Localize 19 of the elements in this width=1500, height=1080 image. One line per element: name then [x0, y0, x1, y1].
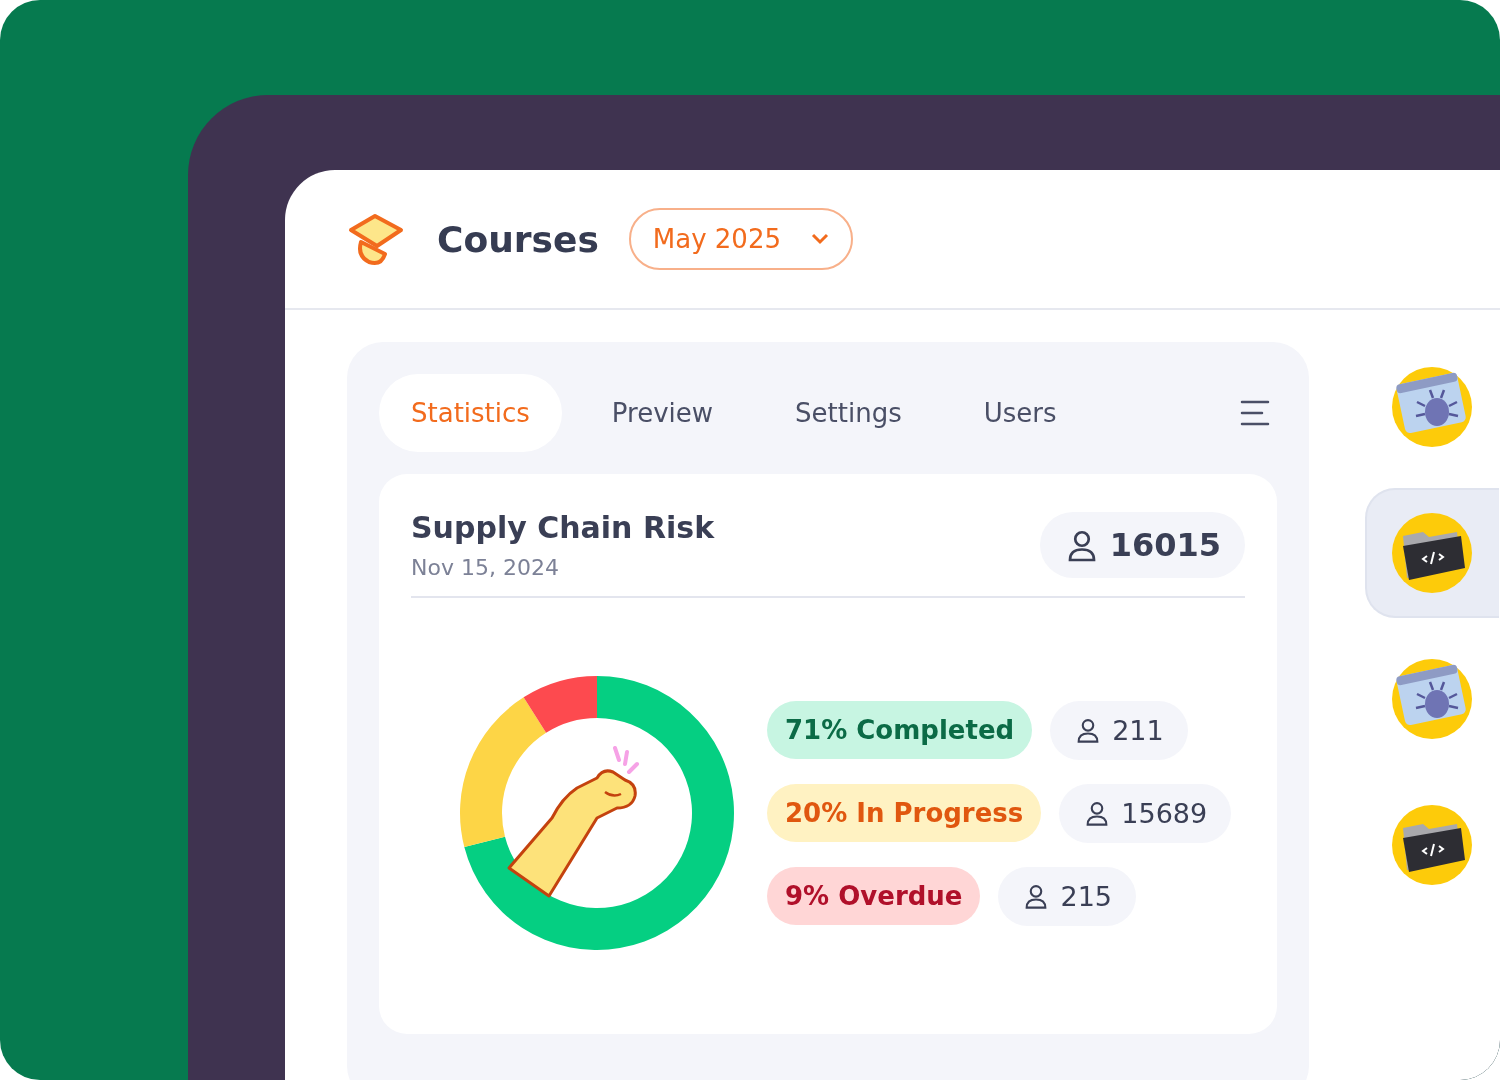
bug-window-icon[interactable] [1391, 658, 1473, 740]
participant-count: 16015 [1109, 526, 1221, 564]
page-title: Courses [437, 218, 599, 260]
chevron-down-icon [811, 233, 829, 245]
course-date: Nov 15, 2024 [411, 555, 560, 580]
user-count: 15689 [1121, 797, 1208, 829]
bug-window-icon[interactable] [1391, 366, 1473, 448]
tab[interactable]: Users [951, 374, 1089, 452]
status-tag: 9% Overdue [767, 867, 981, 925]
status-tag: 20% In Progress [767, 784, 1042, 842]
tab[interactable]: Settings [763, 374, 934, 452]
code-folder-icon[interactable] [1391, 512, 1473, 594]
user-count: 211 [1112, 714, 1164, 746]
course-list-item[interactable] [1365, 488, 1499, 618]
course-title: Supply Chain Risk [411, 510, 715, 545]
tab[interactable]: Preview [579, 374, 746, 452]
code-folder-icon[interactable] [1391, 804, 1473, 886]
status-tag: 71% Completed [767, 701, 1033, 759]
user-count: 215 [1060, 880, 1112, 912]
